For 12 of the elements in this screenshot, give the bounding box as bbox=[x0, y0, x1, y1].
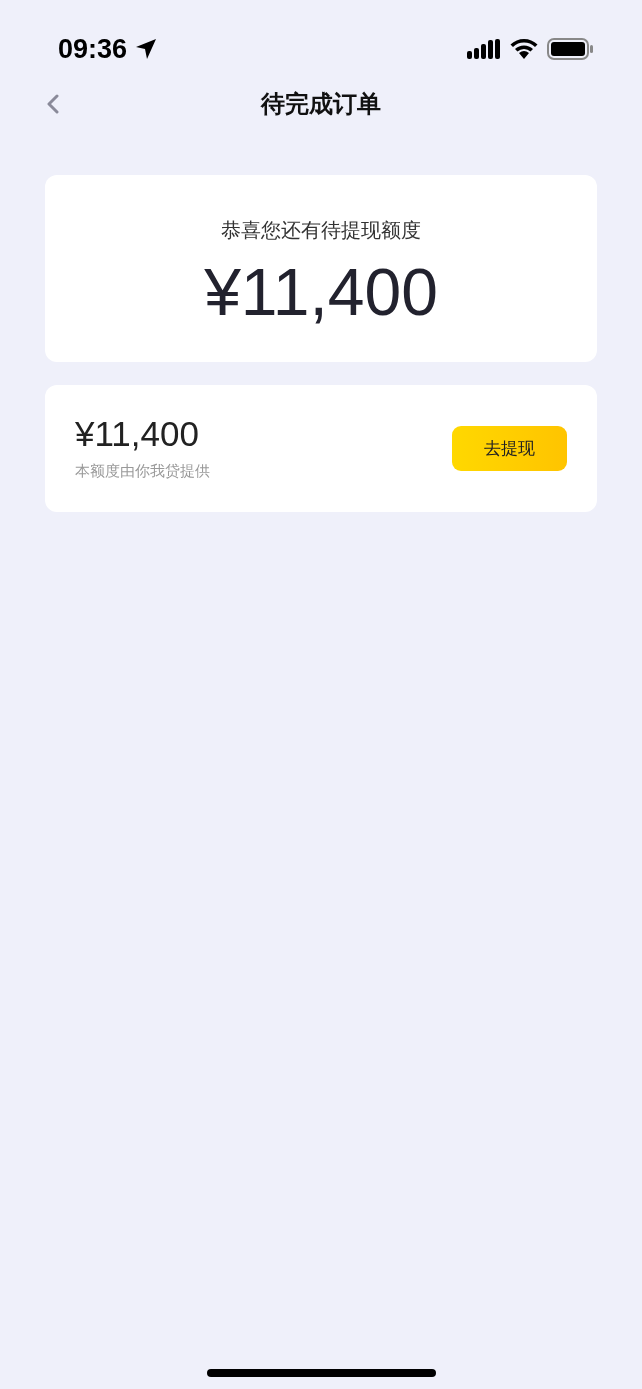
signal-icon bbox=[467, 39, 501, 59]
battery-icon bbox=[547, 38, 594, 60]
summary-caption: 恭喜您还有待提现额度 bbox=[221, 217, 421, 244]
status-time: 09:36 bbox=[58, 32, 128, 66]
offer-amount: ¥11,400 bbox=[75, 415, 200, 454]
summary-amount: ¥11,400 bbox=[204, 259, 438, 325]
back-icon[interactable] bbox=[46, 94, 60, 114]
wifi-icon bbox=[509, 38, 539, 60]
location-arrow-icon bbox=[135, 38, 158, 60]
offer-note: 本额度由你我贷提供 bbox=[75, 460, 210, 482]
page-title: 待完成订单 bbox=[261, 89, 381, 120]
withdraw-button[interactable]: 去提现 bbox=[452, 426, 567, 471]
